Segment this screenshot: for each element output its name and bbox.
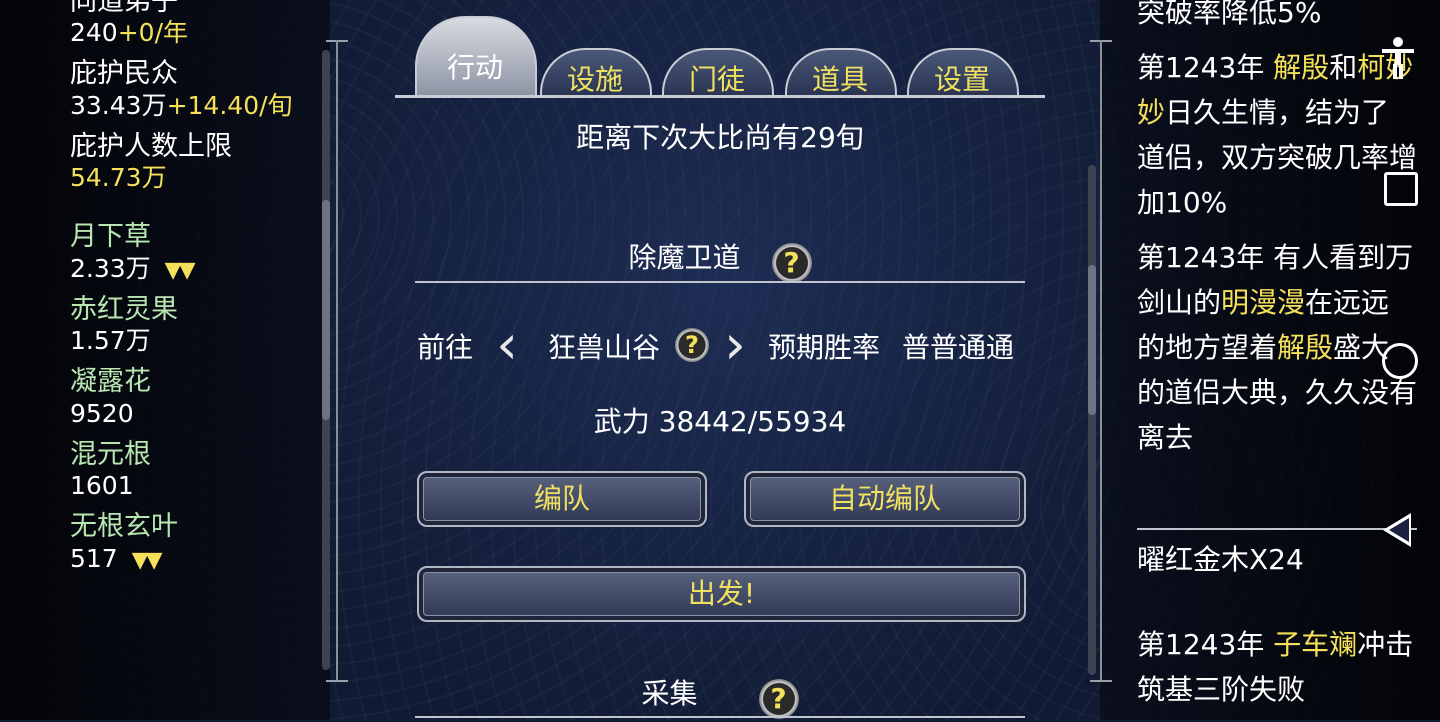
resource-delta: +14.40/旬 xyxy=(166,90,293,120)
depart-button[interactable]: 出发! xyxy=(417,566,1026,622)
next-destination-icon[interactable]: › xyxy=(715,310,755,380)
log-text: 和 xyxy=(1329,51,1358,84)
demon-section-header: 除魔卫道 ? xyxy=(415,236,1025,283)
right-scrollbar-thumb[interactable] xyxy=(1088,265,1096,415)
log-name: 明漫漫 xyxy=(1221,286,1306,319)
resource-value: 240 xyxy=(70,18,118,48)
log-text: 日久生情，结为了道侣，双方突破几率增加10% xyxy=(1137,96,1418,219)
tab-facilities[interactable]: 设施 xyxy=(555,58,635,98)
gather-section-header: 采集 ? xyxy=(415,672,1025,719)
recent-apps-icon[interactable] xyxy=(1384,172,1418,206)
herb-name: 混元根 xyxy=(70,438,151,470)
herb-name: 月下草 xyxy=(70,221,151,253)
accessibility-icon[interactable] xyxy=(1378,36,1418,80)
help-icon[interactable]: ? xyxy=(771,242,812,283)
herb-name: 凝露花 xyxy=(70,366,151,398)
prev-destination-icon[interactable]: ‹ xyxy=(487,310,527,380)
tab-settings[interactable]: 设置 xyxy=(922,58,1002,98)
herb-item[interactable]: 混元根 1601 xyxy=(70,439,330,501)
tab-action[interactable]: 行动 xyxy=(435,46,515,86)
goto-label: 前往 xyxy=(417,331,474,364)
herb-name: 赤红灵果 xyxy=(70,293,178,325)
log-separator xyxy=(1137,528,1417,530)
tournament-countdown: 距离下次大比尚有29旬 xyxy=(576,121,864,154)
herb-item[interactable]: 赤红灵果 1.57万 xyxy=(70,294,330,356)
section-divider xyxy=(415,281,1025,283)
section-title: 采集 xyxy=(641,677,698,710)
log-entry: 第1243年 有人看到万剑山的明漫漫在远远的地方望着解殷盛大的道侣大典，久久没有… xyxy=(1137,235,1417,460)
right-rail-bottom-cap xyxy=(1090,680,1112,682)
log-entry: 曜红金木X24 xyxy=(1137,543,1304,576)
log-name: 解殷 xyxy=(1277,331,1334,364)
herb-value: 1.57万 xyxy=(70,326,151,356)
resource-delta: +0/年 xyxy=(117,18,188,48)
section-title: 除魔卫道 xyxy=(628,241,741,274)
resource-name: 庇护民众 xyxy=(70,58,178,90)
log-name: 子车斓 xyxy=(1273,628,1358,661)
left-rail-bottom-cap xyxy=(326,680,348,682)
resource-disciples: 同道弟子 240+0/年 xyxy=(70,0,330,48)
herb-name: 无根玄叶 xyxy=(70,511,178,543)
log-name: 解殷 xyxy=(1273,51,1330,84)
log-year: 第1243年 xyxy=(1137,241,1265,274)
back-icon-inner xyxy=(1389,518,1409,542)
resource-people: 庇护民众 33.43万+14.40/旬 xyxy=(70,58,330,120)
tab-bar: 行动 设施 门徒 道具 设置 xyxy=(395,10,1045,106)
tab-disciples[interactable]: 门徒 xyxy=(677,58,757,98)
force-value: 武力 38442/55934 xyxy=(593,405,847,438)
right-scroll-track xyxy=(1088,165,1096,675)
win-rate-label: 预期胜率 xyxy=(768,331,881,364)
resource-name: 庇护人数上限 xyxy=(70,130,232,162)
resource-name: 同道弟子 xyxy=(70,0,178,17)
herb-value: 517 xyxy=(70,543,118,573)
resource-value: 54.73万 xyxy=(70,163,167,193)
left-scroll-rail xyxy=(336,40,338,680)
herb-item[interactable]: 无根玄叶 517 ▼▼ xyxy=(70,511,330,574)
resource-list: 同道弟子 240+0/年 庇护民众 33.43万+14.40/旬 庇护人数上限 … xyxy=(70,0,330,584)
destination-help-icon[interactable]: ? xyxy=(675,328,709,362)
auto-formation-button[interactable]: 自动编队 xyxy=(744,471,1026,527)
resource-value: 33.43万 xyxy=(70,90,167,120)
decrease-arrows-icon: ▼▼ xyxy=(164,257,196,283)
herb-item[interactable]: 月下草 2.33万 ▼▼ xyxy=(70,221,330,284)
herb-item[interactable]: 凝露花 9520 xyxy=(70,366,330,428)
right-scroll-rail xyxy=(1100,40,1102,680)
formation-button[interactable]: 编队 xyxy=(417,471,707,527)
log-text: 突破率降低5% xyxy=(1137,0,1322,29)
log-year: 第1243年 xyxy=(1137,628,1265,661)
help-icon[interactable]: ? xyxy=(758,678,799,719)
event-log-lower: 曜红金木X24 第1243年 子车斓冲击筑基三阶失败 xyxy=(1137,537,1417,722)
herb-value: 9520 xyxy=(70,398,134,428)
destination-row: 前往 ‹ 狂兽山谷 ? › 预期胜率 普普通通 xyxy=(415,310,1025,380)
log-year: 第1243年 xyxy=(1137,51,1265,84)
herb-value: 1601 xyxy=(70,471,134,501)
section-divider xyxy=(415,716,1025,718)
decrease-arrows-icon: ▼▼ xyxy=(131,547,163,573)
resource-capacity: 庇护人数上限 54.73万 xyxy=(70,131,330,193)
win-rate-value: 普普通通 xyxy=(902,331,1015,364)
destination-name: 狂兽山谷 xyxy=(548,331,661,364)
home-icon[interactable] xyxy=(1382,343,1418,379)
log-entry: 突破率降低5% xyxy=(1137,0,1417,35)
herb-value: 2.33万 xyxy=(70,253,151,283)
event-log: 突破率降低5% 第1243年 解殷和柯妙妙日久生情，结为了道侣，双方突破几率增加… xyxy=(1137,0,1417,470)
log-entry: 第1243年 子车斓冲击筑基三阶失败 xyxy=(1137,622,1417,712)
log-entry: 第1243年 解殷和柯妙妙日久生情，结为了道侣，双方突破几率增加10% xyxy=(1137,45,1417,225)
tab-items[interactable]: 道具 xyxy=(800,58,880,98)
